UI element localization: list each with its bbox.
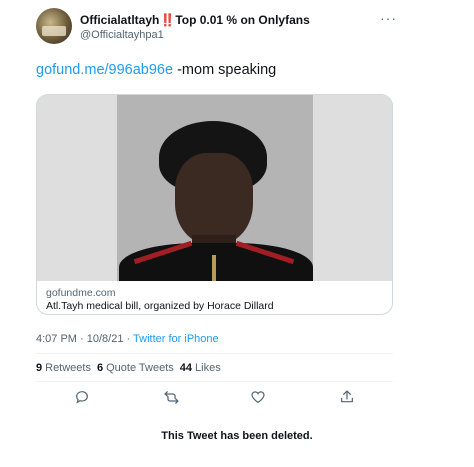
photo-jacket bbox=[119, 243, 313, 281]
more-horizontal-icon[interactable]: ··· bbox=[380, 10, 397, 26]
action-bar bbox=[36, 388, 393, 408]
author-handle[interactable]: @Officialtayhpa1 bbox=[80, 29, 164, 41]
meta-separator: · bbox=[123, 333, 134, 345]
likes-count: 44 bbox=[179, 362, 193, 374]
retweet-icon[interactable] bbox=[162, 388, 180, 406]
quotes-count: 6 bbox=[96, 362, 104, 374]
display-name: Officialatltayh bbox=[80, 13, 160, 27]
tweet: Officialatltayh ‼️ Top 0.01 % on Onlyfan… bbox=[0, 0, 474, 467]
likes-stat[interactable]: 44 Likes bbox=[180, 362, 221, 374]
tweet-text: gofund.me/996ab96e -mom speaking bbox=[36, 62, 276, 78]
link-card[interactable]: gofundme.com Atl.Tayh medical bill, orga… bbox=[36, 94, 393, 315]
tweet-date[interactable]: 10/8/21 bbox=[87, 333, 124, 345]
tweet-link[interactable]: gofund.me/996ab96e bbox=[36, 62, 173, 78]
retweets-stat[interactable]: 9 Retweets bbox=[36, 362, 91, 374]
double-exclamation-icon: ‼️ bbox=[160, 13, 175, 27]
meta-separator: · bbox=[76, 333, 87, 345]
card-image-right-panel bbox=[313, 95, 392, 281]
card-image-left-panel bbox=[37, 95, 117, 281]
like-icon[interactable] bbox=[249, 388, 267, 406]
quotes-stat[interactable]: 6 Quote Tweets bbox=[97, 362, 174, 374]
card-image bbox=[37, 95, 392, 281]
photo-jacket-zipper bbox=[212, 255, 216, 281]
reply-icon[interactable] bbox=[73, 388, 91, 406]
display-name-suffix: Top 0.01 % on Onlyfans bbox=[175, 13, 310, 27]
photo-face bbox=[175, 153, 253, 245]
author-name[interactable]: Officialatltayh ‼️ Top 0.01 % on Onlyfan… bbox=[80, 13, 310, 27]
tweet-meta: 4:07 PM · 10/8/21 · Twitter for iPhone bbox=[36, 333, 219, 345]
divider bbox=[36, 381, 393, 382]
likes-label: Likes bbox=[195, 362, 221, 374]
tweet-body: -mom speaking bbox=[173, 62, 277, 78]
tweet-time[interactable]: 4:07 PM bbox=[36, 333, 77, 345]
avatar[interactable] bbox=[36, 8, 72, 44]
tweet-source[interactable]: Twitter for iPhone bbox=[133, 333, 219, 345]
retweets-count: 9 bbox=[36, 362, 43, 374]
retweets-label: Retweets bbox=[45, 362, 91, 374]
card-title: Atl.Tayh medical bill, organized by Hora… bbox=[46, 300, 274, 312]
divider bbox=[36, 353, 393, 354]
card-domain: gofundme.com bbox=[46, 287, 116, 299]
share-icon[interactable] bbox=[338, 388, 356, 406]
deleted-notice: This Tweet has been deleted. bbox=[161, 430, 313, 442]
tweet-stats: 9 Retweets 6 Quote Tweets 44 Likes bbox=[36, 362, 221, 374]
quotes-label: Quote Tweets bbox=[106, 362, 174, 374]
